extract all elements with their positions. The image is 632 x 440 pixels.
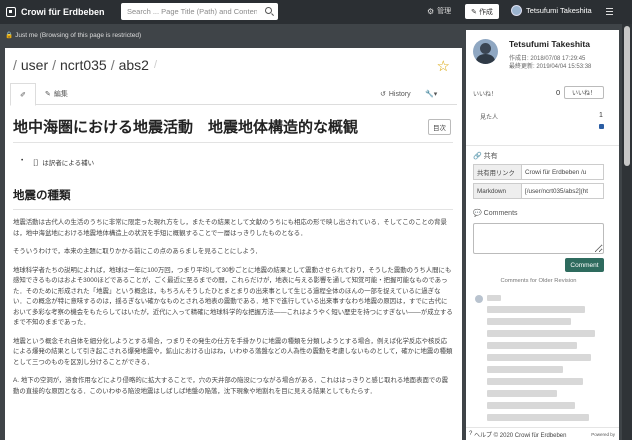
share-link-field[interactable]: Crowi für Erdbeben /u <box>522 165 603 179</box>
admin-link[interactable]: ⚙ 管理 <box>427 6 451 16</box>
edit-icon: ✎ <box>45 91 51 98</box>
comments-heading: 💬 Comments <box>473 210 518 217</box>
breadcrumb-abs2[interactable]: abs2 <box>119 57 149 73</box>
share-title-text: 共有 <box>483 153 498 160</box>
powered-by: Powered by <box>591 431 615 437</box>
page-tabs: ✐ ✎ 編集 ↺ History 🔧▾ <box>10 83 457 106</box>
paragraph: 地震という概念それ自体を細分化しようとする場合，つまりその発生の仕方を手掛かりに… <box>13 337 453 366</box>
author-avatar[interactable] <box>473 39 498 64</box>
help-icon[interactable]: ? <box>469 431 472 437</box>
avatar <box>511 5 522 16</box>
divider <box>13 209 453 210</box>
restriction-text: Just me (Browsing of this page is restri… <box>15 31 142 39</box>
lock-icon: 🔒 <box>5 32 14 39</box>
create-label: 作成 <box>478 8 493 16</box>
search-box[interactable] <box>121 3 278 20</box>
scrollbar[interactable] <box>622 24 632 440</box>
updated-date: 最終更新: 2019/04/04 15:53:38 <box>509 64 592 70</box>
blurred-comment <box>487 354 591 361</box>
title-row: 地中海圏における地震活動 地震地体構造的な概観 目次 <box>13 116 453 137</box>
breadcrumb-sep: / <box>110 57 115 73</box>
share-markdown-row: Markdown [/user/ncrt035/abs2](ht <box>473 183 604 199</box>
footer: ? ヘルプ © 2020 Crowi für Erdbeben Powered … <box>466 427 619 440</box>
tab-edit[interactable]: ✎ 編集 <box>45 83 68 105</box>
tab-tools[interactable]: 🔧▾ <box>425 83 437 105</box>
user-menu[interactable]: Tetsufumi Takeshita <box>511 5 592 16</box>
tab-view[interactable]: ✐ <box>10 83 36 106</box>
admin-label: 管理 <box>437 8 452 15</box>
seen-user-avatar[interactable] <box>599 124 604 129</box>
page-title: 地中海圏における地震活動 地震地体構造的な概観 <box>13 119 359 136</box>
search-icon[interactable] <box>265 7 272 14</box>
share-link-row: 共有用リンク Crowi für Erdbeben /u <box>473 164 604 180</box>
wiki-content: 地中海圏における地震活動 地震地体構造的な概観 目次 ［］は訳者による補い 地震… <box>13 116 453 397</box>
footer-text: ヘルプ © 2020 Crowi für Erdbeben <box>474 432 567 439</box>
divider <box>13 142 453 143</box>
older-revision-text: Comments for Older Revision <box>500 278 577 284</box>
comment-avatar <box>475 295 483 303</box>
brand[interactable]: Crowi für Erdbeben <box>0 7 116 17</box>
copy-path-icon[interactable]: / <box>154 59 157 71</box>
bullet-text: ［］は訳者による補い <box>29 160 95 167</box>
paragraph: 地球科学者たちの説明によれば，地球は一年に100万回，つまり平均して30秒ごとに… <box>13 266 453 327</box>
paragraph: A. 地下の空洞が，溶食作用などにより侵略的に拡大することで，穴の天井部の陥没に… <box>13 377 449 395</box>
blurred-comment <box>487 402 575 409</box>
user-name: Tetsufumi Takeshita <box>526 6 592 15</box>
share-heading: 🔗 共有 <box>473 153 498 160</box>
breadcrumb-sep: / <box>52 57 57 73</box>
tab-edit-label: 編集 <box>53 91 68 98</box>
older-revision-label: Comments for Older Revision <box>473 278 604 284</box>
breadcrumb-user[interactable]: user <box>21 57 48 73</box>
pencil-icon: ✎ <box>471 8 477 16</box>
like-count: 0 <box>556 88 561 97</box>
comment-button[interactable]: Comment <box>565 258 604 272</box>
crowi-logo-icon <box>6 7 16 17</box>
blurred-comment <box>487 390 557 397</box>
seen-count: 1 <box>599 112 603 119</box>
author-name[interactable]: Tetsufumi Takeshita <box>509 39 590 49</box>
wrench-icon: 🔧▾ <box>425 91 438 98</box>
tab-history-label: History <box>388 90 411 98</box>
magic-wand-icon: ✐ <box>20 91 26 99</box>
comments-title-text: Comments <box>483 210 518 217</box>
comment-input[interactable] <box>473 223 604 254</box>
breadcrumb: / user / ncrt035 / abs2 / <box>13 57 161 73</box>
blurred-comment <box>487 366 563 373</box>
seen-label: 見た人 <box>480 115 499 121</box>
blurred-comment <box>487 295 501 301</box>
page-main: / user / ncrt035 / abs2 / ☆ ✐ ✎ 編集 ↺ His… <box>5 48 462 440</box>
share-markdown-label: Markdown <box>474 184 522 198</box>
paragraph: 地震活動は古代人の生活のうちに非常に限定った現れ方をし，またその結果として文献の… <box>13 219 447 237</box>
bookmark-star-icon[interactable]: ☆ <box>437 57 450 75</box>
app-window: Crowi für Erdbeben ⚙ 管理 ✎ 作成 Tetsufumi T… <box>0 0 632 440</box>
toc-button[interactable]: 目次 <box>428 118 451 135</box>
right-sidebar: Tetsufumi Takeshita 作成日: 2018/07/08 17:2… <box>466 30 619 440</box>
like-label: いいね！ <box>473 92 498 98</box>
gear-icon: ⚙ <box>427 6 435 16</box>
paragraph: そういうわけで，本来の主題に取りかかる前にこの点のあらましを見ることにしよう． <box>13 248 262 255</box>
share-link-label: 共有用リンク <box>474 165 522 179</box>
brand-name: Crowi für Erdbeben <box>21 7 105 17</box>
author-box: Tetsufumi Takeshita 作成日: 2018/07/08 17:2… <box>466 30 619 146</box>
blurred-comment <box>487 318 571 325</box>
history-icon: ↺ <box>380 91 386 98</box>
section-heading: 地震の種類 <box>13 190 71 202</box>
hamburger-menu-icon[interactable] <box>606 8 613 16</box>
blurred-comment <box>487 330 595 337</box>
scrollbar-thumb[interactable] <box>624 26 630 166</box>
top-navbar: Crowi für Erdbeben ⚙ 管理 ✎ 作成 Tetsufumi T… <box>0 0 632 24</box>
list-item: ［］は訳者による補い <box>21 157 453 167</box>
blurred-comment <box>487 414 589 421</box>
like-button[interactable]: いいね！ <box>564 86 604 99</box>
breadcrumb-sep: / <box>13 57 17 73</box>
like-row: いいね！ 0 いいね！ <box>473 86 613 100</box>
share-markdown-field[interactable]: [/user/ncrt035/abs2](ht <box>522 184 603 198</box>
create-button[interactable]: ✎ 作成 <box>465 4 499 19</box>
blurred-comment <box>487 378 583 385</box>
search-input[interactable] <box>127 7 257 16</box>
breadcrumb-ncrt035[interactable]: ncrt035 <box>60 57 107 73</box>
blurred-comment <box>487 306 585 313</box>
tab-history[interactable]: ↺ History <box>380 83 411 105</box>
blurred-comment <box>487 342 577 349</box>
